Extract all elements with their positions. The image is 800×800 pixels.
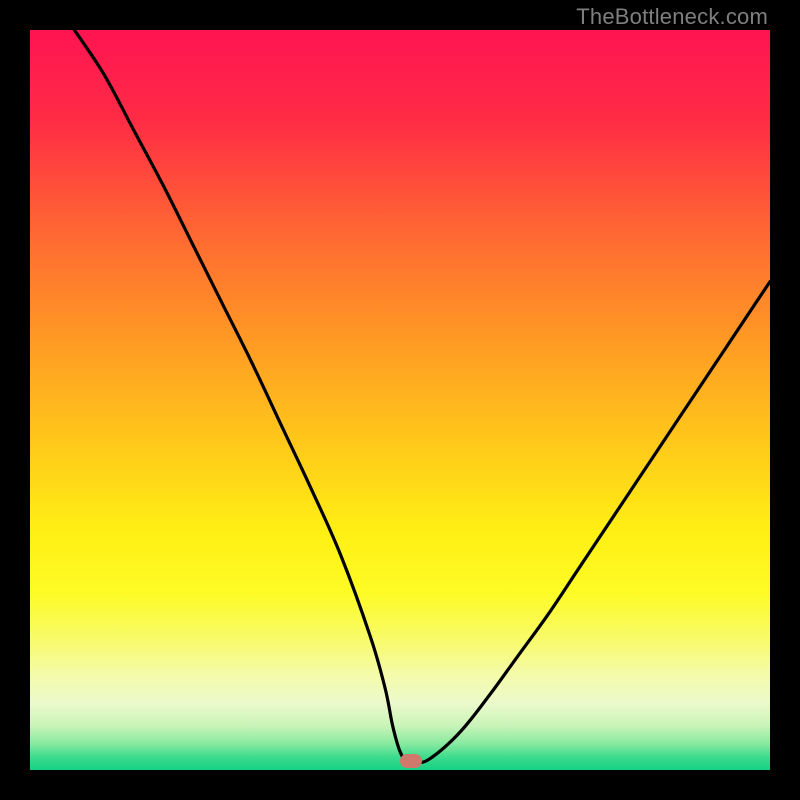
optimal-point-marker	[400, 754, 422, 768]
watermark-text: TheBottleneck.com	[576, 4, 768, 30]
chart-container: TheBottleneck.com	[0, 0, 800, 800]
bottleneck-curve	[30, 30, 770, 770]
plot-area	[30, 30, 770, 770]
